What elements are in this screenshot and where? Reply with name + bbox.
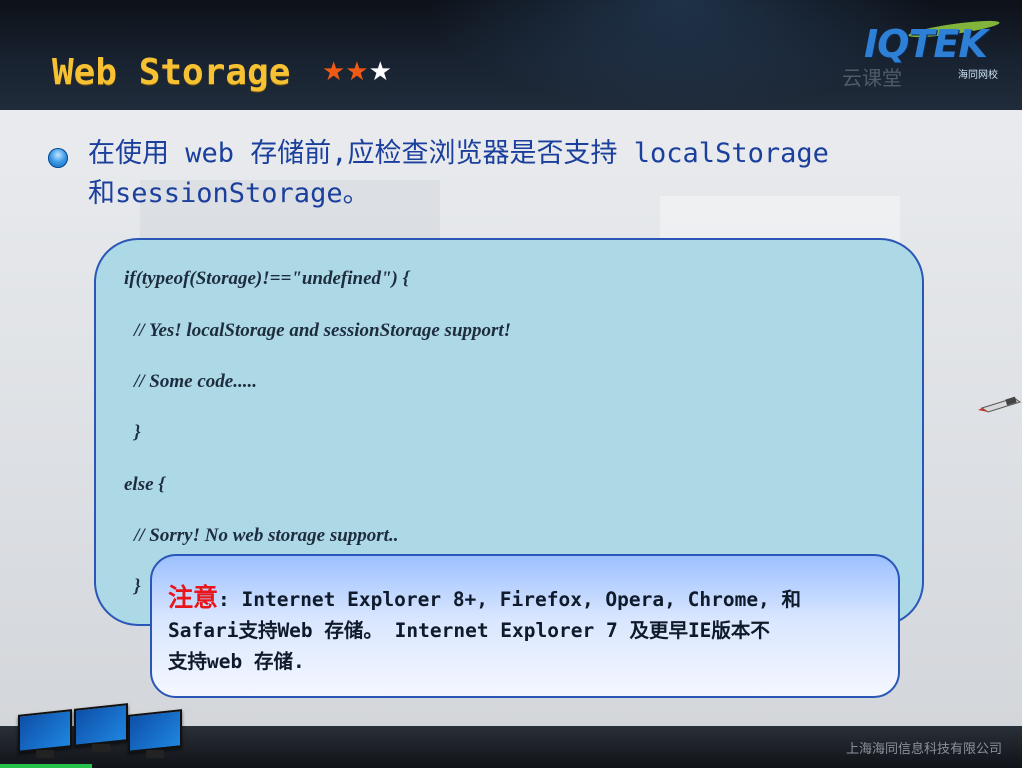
intro-line: 在使用 web 存储前,应检查浏览器是否支持 localStorage [88, 138, 829, 169]
note-text: 注意: Internet Explorer 8+, Firefox, Opera… [168, 582, 882, 677]
slide-title: Web Storage [52, 52, 291, 93]
code-line: // Yes! localStorage and sessionStorage … [134, 320, 512, 341]
monitor-stand [146, 750, 164, 758]
note-line-1: : Internet Explorer 8+, Firefox, Opera, … [218, 588, 802, 611]
logo-text: IQTEK [864, 22, 988, 66]
note-line-2: Safari支持Web 存储。 Internet Explorer 7 及更早I… [168, 619, 770, 642]
watermark: 云课堂 [842, 66, 902, 90]
logo-subtitle: 海同网校 [958, 70, 998, 81]
company-name: 上海海同信息科技有限公司 [845, 742, 1002, 757]
code-line: else { [124, 474, 165, 495]
code-line: // Sorry! No web storage support.. [134, 525, 399, 546]
header-glow [420, 0, 940, 110]
code-line: } [134, 422, 141, 443]
header-band: Web Storage ★★★ IQTEK 海同网校 云课堂 [0, 0, 1022, 110]
note-box: 注意: Internet Explorer 8+, Firefox, Opera… [150, 554, 900, 698]
note-line: 注意: Internet Explorer 8+, Firefox, Opera… [168, 582, 882, 615]
monitors-icon [14, 703, 184, 762]
slide: Web Storage ★★★ IQTEK 海同网校 云课堂 在使用 web 存… [0, 0, 1022, 768]
code-line: // Some code..... [134, 371, 257, 392]
pen-icon [978, 396, 1022, 413]
difficulty-stars: ★★★ [322, 59, 392, 85]
note-line-3: 支持web 存储. [168, 650, 305, 673]
star-empty-icon: ★ [368, 57, 392, 87]
code-line: } [134, 576, 141, 597]
monitor-stand [36, 750, 54, 758]
star-filled-icon: ★★ [322, 57, 369, 87]
monitor-screen [18, 709, 72, 753]
intro-line: 和sessionStorage。 [88, 178, 370, 209]
intro-text: 在使用 web 存储前,应检查浏览器是否支持 localStorage 和ses… [88, 134, 988, 214]
monitor-stand [92, 744, 110, 752]
content-area: 在使用 web 存储前,应检查浏览器是否支持 localStorage 和ses… [0, 110, 1022, 726]
monitor-screen [128, 709, 182, 753]
monitor-screen [74, 703, 128, 747]
bullet-icon [48, 148, 68, 168]
code-line: if(typeof(Storage)!=="undefined") { [124, 268, 410, 289]
note-label: 注意 [168, 583, 219, 612]
progress-bar [0, 764, 92, 768]
